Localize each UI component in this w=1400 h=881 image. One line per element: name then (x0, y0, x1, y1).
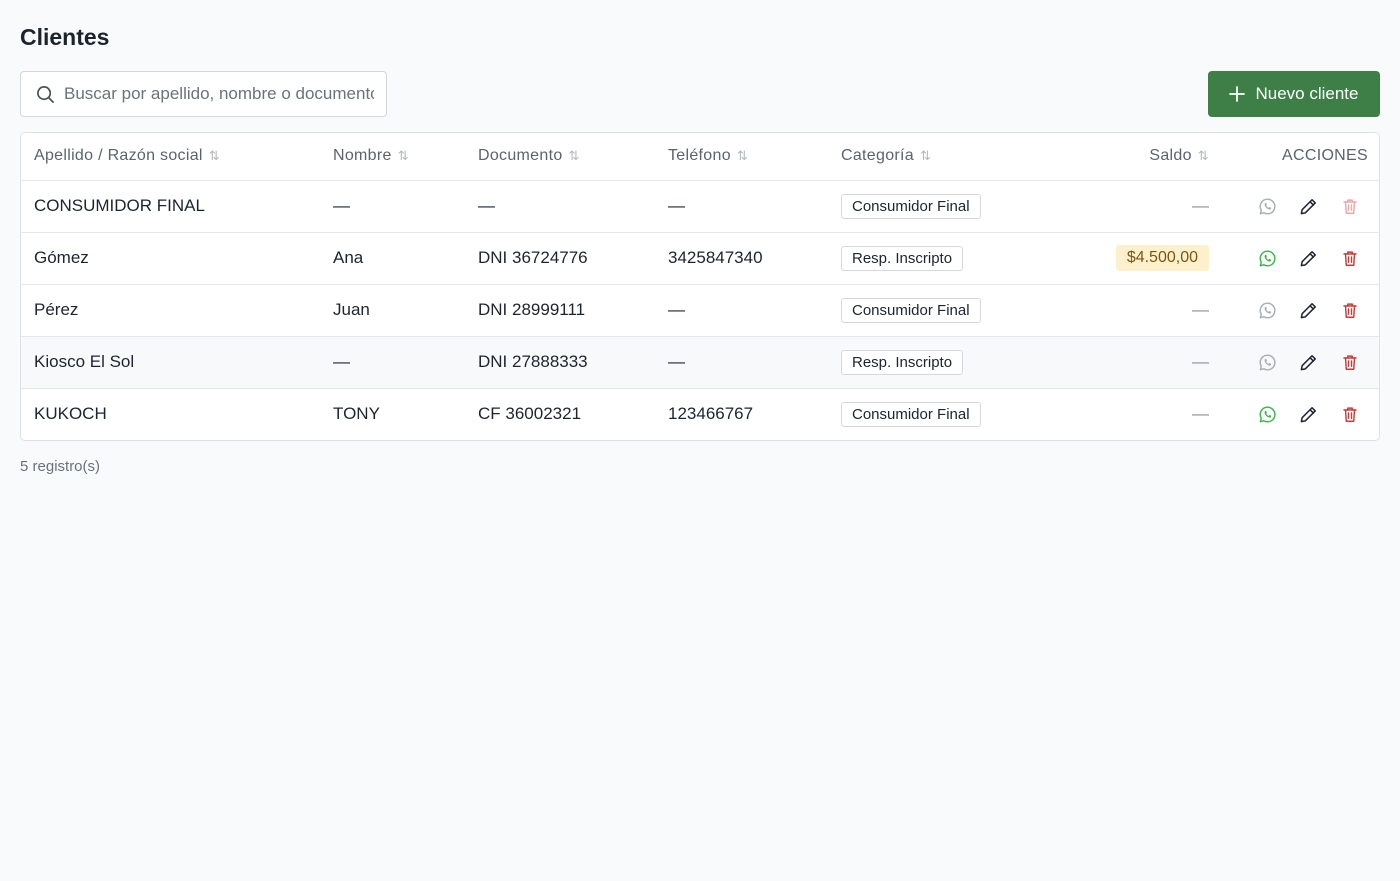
sort-icon: ⇅ (919, 148, 932, 164)
cell-acciones (1223, 232, 1379, 284)
new-client-button[interactable]: Nuevo cliente (1208, 71, 1380, 117)
search-icon (35, 84, 55, 104)
column-header-apellido[interactable]: Apellido / Razón social ⇅ (21, 133, 320, 180)
cell-apellido: Kiosco El Sol (34, 352, 135, 371)
table-row[interactable]: Pérez Juan DNI 28999111 — Consumidor Fin… (21, 284, 1379, 336)
cell-nombre: — (333, 352, 350, 371)
cell-telefono: — (668, 300, 685, 319)
search-input[interactable] (64, 84, 374, 104)
clientes-page: Clientes Nuevo cliente Apellido / R (0, 0, 1400, 881)
column-header-saldo[interactable]: Saldo ⇅ (1058, 133, 1223, 180)
table-row[interactable]: Gómez Ana DNI 36724776 3425847340 Resp. … (21, 232, 1379, 284)
pencil-icon[interactable] (1299, 405, 1318, 424)
sort-icon: ⇅ (208, 148, 220, 164)
page-title: Clientes (20, 24, 110, 50)
pencil-icon[interactable] (1299, 353, 1318, 372)
saldo-value: — (1192, 300, 1209, 319)
clients-table: Apellido / Razón social ⇅ Nombre ⇅ Documen… (20, 132, 1380, 441)
cell-saldo: — (1058, 336, 1223, 388)
whatsapp-icon[interactable] (1258, 197, 1277, 216)
column-header-telefono[interactable]: Teléfono ⇅ (655, 133, 828, 180)
cell-documento: DNI 36724776 (478, 248, 588, 267)
cell-apellido: KUKOCH (34, 404, 107, 424)
cell-apellido: Pérez (34, 300, 79, 319)
trash-icon[interactable] (1340, 249, 1359, 268)
sort-icon: ⇅ (397, 148, 409, 164)
column-header-nombre[interactable]: Nombre ⇅ (320, 133, 465, 180)
cell-documento: DNI 27888333 (478, 352, 588, 371)
cell-apellido: CONSUMIDOR FINAL (34, 196, 205, 215)
column-header-documento[interactable]: Documento ⇅ (465, 133, 655, 180)
cell-nombre: TONY (333, 404, 380, 424)
category-badge: Resp. Inscripto (841, 349, 964, 375)
cell-saldo: — (1058, 284, 1223, 336)
sort-icon: ⇅ (1197, 148, 1209, 164)
category-badge: Resp. Inscripto (841, 245, 964, 271)
cell-categoria: Resp. Inscripto (828, 232, 1058, 284)
new-client-label: Nuevo cliente (1255, 84, 1359, 103)
cell-telefono: — (668, 352, 685, 371)
trash-icon[interactable] (1340, 197, 1359, 216)
cell-acciones (1223, 284, 1379, 336)
cell-saldo: $4.500,00 (1058, 232, 1223, 284)
cell-telefono: 3425847340 (668, 248, 763, 267)
saldo-value: — (1192, 352, 1209, 371)
cell-acciones (1223, 336, 1379, 388)
whatsapp-icon[interactable] (1258, 301, 1277, 320)
cell-saldo: — (1058, 180, 1223, 232)
plus-icon (1229, 86, 1246, 102)
cell-documento: DNI 28999111 (478, 300, 586, 319)
pencil-icon[interactable] (1299, 197, 1318, 216)
cell-categoria: Consumidor Final (828, 284, 1058, 336)
table-row[interactable]: KUKOCH TONY CF 36002321 123466767 Consum… (21, 388, 1379, 440)
table-row[interactable]: CONSUMIDOR FINAL — — — Consumidor Final … (21, 180, 1379, 232)
saldo-value: — (1192, 196, 1209, 215)
cell-categoria: Consumidor Final (828, 388, 1058, 440)
cell-nombre: — (333, 196, 350, 215)
cell-acciones (1223, 180, 1379, 232)
category-badge: Consumidor Final (841, 401, 981, 427)
cell-documento: CF 36002321 (478, 404, 582, 424)
category-badge: Consumidor Final (841, 297, 981, 323)
cell-telefono: 123466767 (668, 404, 754, 424)
cell-categoria: Consumidor Final (828, 180, 1058, 232)
cell-saldo: — (1058, 388, 1223, 440)
column-header-categoria[interactable]: Categoría ⇅ (828, 133, 1058, 180)
table-header-row: Apellido / Razón social ⇅ Nombre ⇅ Documen… (21, 133, 1379, 180)
trash-icon[interactable] (1340, 353, 1359, 372)
whatsapp-icon[interactable] (1258, 249, 1277, 268)
cell-acciones (1223, 388, 1379, 440)
saldo-value: $4.500,00 (1115, 245, 1209, 271)
column-header-acciones: ACCIONES (1282, 147, 1368, 165)
cell-telefono: — (668, 196, 685, 215)
sort-icon: ⇅ (736, 148, 749, 164)
pencil-icon[interactable] (1299, 301, 1318, 320)
search-box[interactable] (20, 71, 387, 117)
table-row[interactable]: Kiosco El Sol — DNI 27888333 — Resp. Ins… (21, 336, 1379, 388)
trash-icon[interactable] (1340, 301, 1359, 320)
trash-icon[interactable] (1340, 405, 1359, 424)
record-count: 5 registro(s) (20, 458, 101, 475)
cell-categoria: Resp. Inscripto (828, 336, 1058, 388)
pencil-icon[interactable] (1299, 249, 1318, 268)
cell-documento: — (478, 196, 495, 215)
cell-apellido: Gómez (34, 248, 89, 267)
whatsapp-icon[interactable] (1258, 405, 1277, 424)
cell-nombre: Juan (333, 300, 370, 319)
sort-icon: ⇅ (568, 148, 580, 164)
cell-nombre: Ana (333, 248, 364, 267)
whatsapp-icon[interactable] (1258, 353, 1277, 372)
saldo-value: — (1192, 404, 1209, 424)
category-badge: Consumidor Final (841, 193, 981, 219)
